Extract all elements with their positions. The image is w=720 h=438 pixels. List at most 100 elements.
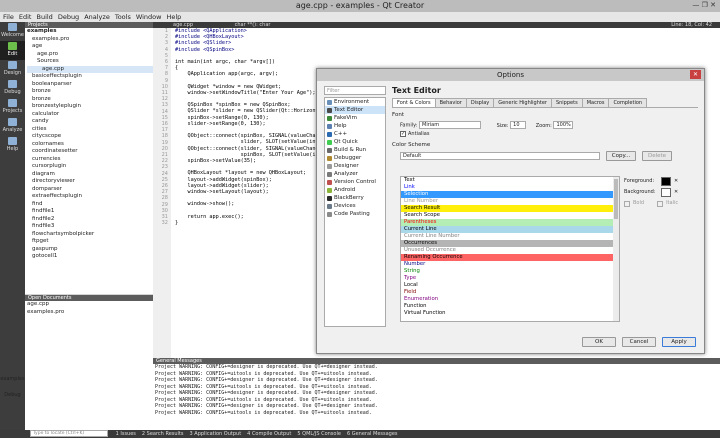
settings-tab[interactable]: Behavior bbox=[434, 98, 467, 107]
color-item[interactable]: Link bbox=[401, 184, 619, 191]
tree-item[interactable]: cities bbox=[27, 126, 153, 134]
close-icon[interactable]: ✕ bbox=[690, 70, 701, 79]
category-item[interactable]: Devices bbox=[325, 202, 385, 210]
tree-item[interactable]: age bbox=[27, 43, 153, 51]
color-item[interactable]: Search Result bbox=[401, 205, 619, 212]
category-item[interactable]: FakeVim bbox=[325, 114, 385, 122]
tree-item[interactable]: age.pro bbox=[27, 51, 153, 59]
cancel-button[interactable]: Cancel bbox=[622, 337, 656, 347]
tree-item[interactable]: diagram bbox=[27, 171, 153, 179]
mode-welcome[interactable]: Welcome bbox=[0, 22, 25, 41]
clear-foreground-icon[interactable]: ✕ bbox=[674, 176, 678, 187]
mode-edit[interactable]: Edit bbox=[0, 41, 25, 60]
category-item[interactable]: Build & Run bbox=[325, 146, 385, 154]
italic-checkbox[interactable] bbox=[657, 200, 664, 207]
tree-item[interactable]: calculator bbox=[27, 111, 153, 119]
category-item[interactable]: Text Editor bbox=[325, 106, 385, 114]
font-family-select[interactable]: Miriam bbox=[419, 121, 482, 129]
list-scrollbar[interactable] bbox=[613, 177, 619, 321]
font-size-select[interactable]: 10 bbox=[510, 121, 527, 129]
tree-item[interactable]: bronzestyleplugin bbox=[27, 103, 153, 111]
copy-button[interactable]: Copy... bbox=[606, 151, 636, 161]
settings-tab[interactable]: Font & Colors bbox=[392, 98, 436, 107]
menu-item[interactable]: Analyze bbox=[84, 12, 110, 22]
tree-item[interactable]: examples bbox=[27, 28, 153, 36]
color-item[interactable]: Text bbox=[401, 177, 619, 184]
color-item[interactable]: Occurrences bbox=[401, 240, 619, 247]
tree-item[interactable]: gotocell1 bbox=[27, 253, 153, 261]
mode-projects[interactable]: Projects bbox=[0, 98, 25, 117]
output-pane-button[interactable]: 2 Search Results bbox=[142, 431, 184, 437]
menu-item[interactable]: Help bbox=[166, 12, 181, 22]
category-item[interactable]: BlackBerry bbox=[325, 194, 385, 202]
color-item[interactable]: Renaming Occurrence bbox=[401, 254, 619, 261]
settings-tab[interactable]: Macros bbox=[581, 98, 610, 107]
menu-item[interactable]: Tools bbox=[115, 12, 131, 22]
settings-tab[interactable]: Generic Highlighter bbox=[493, 98, 552, 107]
tree-item[interactable]: basiceffectsplugin bbox=[27, 73, 153, 81]
tree-item[interactable]: cursorplugin bbox=[27, 163, 153, 171]
tree-item[interactable]: ftpget bbox=[27, 238, 153, 246]
mode-help[interactable]: Help bbox=[0, 136, 25, 155]
color-item[interactable]: Field bbox=[401, 289, 619, 296]
category-item[interactable]: Code Pasting bbox=[325, 210, 385, 218]
output-pane-button[interactable]: 5 QML/JS Console bbox=[297, 431, 341, 437]
delete-button[interactable]: Delete bbox=[642, 151, 672, 161]
color-item[interactable]: Current Line bbox=[401, 226, 619, 233]
antialias-checkbox[interactable]: ✓ bbox=[400, 131, 406, 137]
settings-tab[interactable]: Display bbox=[465, 98, 495, 107]
kit-selector-label[interactable]: examples bbox=[0, 376, 25, 382]
tree-item[interactable]: findfile2 bbox=[27, 216, 153, 224]
output-pane-button[interactable]: 6 General Messages bbox=[347, 431, 398, 437]
mode-debug[interactable]: Debug bbox=[0, 79, 25, 98]
color-item[interactable]: String bbox=[401, 268, 619, 275]
locator-input[interactable]: Type to locate (Ctrl+K) bbox=[30, 430, 108, 437]
category-item[interactable]: C++ bbox=[325, 130, 385, 138]
apply-button[interactable]: Apply bbox=[662, 337, 696, 347]
tree-item[interactable]: findfile3 bbox=[27, 223, 153, 231]
category-item[interactable]: Debugger bbox=[325, 154, 385, 162]
menu-item[interactable]: Build bbox=[36, 12, 52, 22]
menu-item[interactable]: Debug bbox=[58, 12, 79, 22]
output-pane-button[interactable]: 4 Compile Output bbox=[247, 431, 291, 437]
tree-item[interactable]: findfile1 bbox=[27, 208, 153, 216]
build-config-debug[interactable]: Debug bbox=[0, 392, 25, 398]
tree-item[interactable]: colornames bbox=[27, 141, 153, 149]
mode-design[interactable]: Design bbox=[0, 60, 25, 79]
ok-button[interactable]: OK bbox=[582, 337, 616, 347]
color-item[interactable]: Line Number bbox=[401, 198, 619, 205]
tree-item[interactable]: directoryviewer bbox=[27, 178, 153, 186]
color-item[interactable]: Local bbox=[401, 282, 619, 289]
tree-item[interactable]: currencies bbox=[27, 156, 153, 164]
category-item[interactable]: Qt Quick bbox=[325, 138, 385, 146]
tree-item[interactable]: find bbox=[27, 201, 153, 209]
category-item[interactable]: Environment bbox=[325, 98, 385, 106]
color-item[interactable]: Number bbox=[401, 261, 619, 268]
color-item[interactable]: Function bbox=[401, 303, 619, 310]
filter-input[interactable]: Filter bbox=[324, 86, 386, 95]
category-item[interactable]: Help bbox=[325, 122, 385, 130]
category-item[interactable]: Version Control bbox=[325, 178, 385, 186]
window-controls[interactable]: — ❐ ✕ bbox=[692, 1, 716, 10]
tree-item[interactable]: Sources bbox=[27, 58, 153, 66]
tree-item[interactable]: domparser bbox=[27, 186, 153, 194]
foreground-swatch[interactable] bbox=[661, 177, 671, 186]
color-item[interactable]: Parentheses bbox=[401, 219, 619, 226]
tree-item[interactable]: bronze bbox=[27, 96, 153, 104]
color-item[interactable]: Selection bbox=[401, 191, 619, 198]
color-scheme-select[interactable]: Default bbox=[400, 152, 600, 160]
open-document-item[interactable]: examples.pro bbox=[27, 309, 153, 317]
tree-item[interactable]: coordinatesetter bbox=[27, 148, 153, 156]
category-item[interactable]: Designer bbox=[325, 162, 385, 170]
tree-item[interactable]: gaspump bbox=[27, 246, 153, 254]
open-document-item[interactable]: age.cpp bbox=[27, 301, 153, 309]
tree-item[interactable]: extraeffectsplugin bbox=[27, 193, 153, 201]
color-item[interactable]: Search Scope bbox=[401, 212, 619, 219]
menu-item[interactable]: File bbox=[3, 12, 14, 22]
color-item[interactable]: Enumeration bbox=[401, 296, 619, 303]
menu-item[interactable]: Edit bbox=[19, 12, 32, 22]
tree-item[interactable]: citycscope bbox=[27, 133, 153, 141]
settings-tab[interactable]: Completion bbox=[608, 98, 648, 107]
tree-item[interactable]: flowchartsymbolpicker bbox=[27, 231, 153, 239]
color-item[interactable]: Current Line Number bbox=[401, 233, 619, 240]
